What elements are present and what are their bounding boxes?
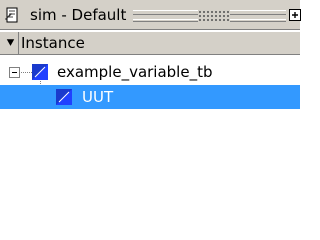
- tree-item-example-variable-tb[interactable]: example_variable_tb: [57, 63, 212, 81]
- instance-tree[interactable]: example_variable_tb UUT: [0, 56, 300, 200]
- window-title-bar[interactable]: sim - Default: [0, 0, 301, 30]
- window-title: sim - Default: [30, 6, 127, 24]
- tree-item-uut-selected-row[interactable]: UUT: [0, 85, 300, 109]
- column-header-instance[interactable]: Instance: [21, 35, 85, 52]
- module-instance-icon: [32, 64, 48, 80]
- sim-window-icon: [5, 7, 18, 23]
- tree-item-uut[interactable]: UUT: [82, 88, 113, 106]
- grip-handle-icon[interactable]: [198, 10, 230, 22]
- expand-window-icon[interactable]: [289, 9, 301, 21]
- column-header[interactable]: Instance: [0, 31, 300, 55]
- module-instance-icon: [56, 89, 72, 105]
- collapse-toggle-icon[interactable]: [9, 67, 20, 78]
- sort-down-icon[interactable]: [3, 32, 19, 54]
